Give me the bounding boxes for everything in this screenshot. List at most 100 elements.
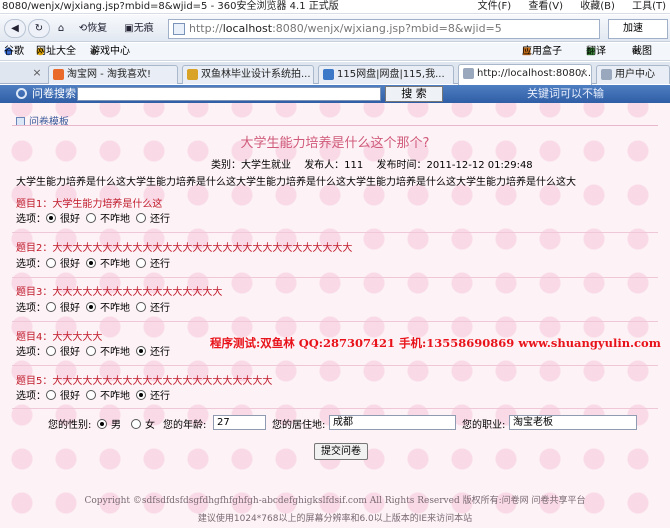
tab-115-disk[interactable]: 115网盘|网盘|115,我... [318,65,454,84]
question-5-option-1[interactable]: 很好 [46,390,80,404]
divider [12,125,658,126]
job-input[interactable]: 淘宝老板 [509,415,637,430]
question-5-option-3[interactable]: 还行 [136,390,170,404]
radio-icon[interactable] [86,213,96,223]
radio-icon[interactable] [131,419,141,429]
question-2-option-3[interactable]: 还行 [136,258,170,272]
question-5-option-2[interactable]: 不咋地 [86,390,130,404]
radio-checked-icon[interactable] [97,419,107,429]
survey-publisher: 发布人：111 [304,160,364,171]
radio-icon[interactable] [136,258,146,268]
question-3-option-3[interactable]: 还行 [136,302,170,316]
respondent-info-row: 您的性别: 男 女 您的年龄: 27 您的居住地: 成都 您的职业: 淘宝老板 [0,412,670,432]
question-1-options: 选项： 很好 不咋地 还行 [16,213,170,227]
radio-icon[interactable] [136,302,146,312]
address-path: :8080/wenjx/wjxiang.jsp?mbid=8&wjid=5 [272,22,502,35]
tab-user-center[interactable]: 用户中心 [596,65,670,84]
menu-favorites[interactable]: 收藏(B) [580,1,615,12]
menu-tools[interactable]: 工具(T) [632,1,666,12]
window-titlebar: 8080/wenjx/wjxiang.jsp?mbid=8&wjid=5 - 3… [0,0,670,14]
question-3-options: 选项： 很好 不咋地 还行 [16,302,170,316]
option-prefix: 选项： [16,259,46,270]
search-button[interactable]: 搜 索 [385,86,443,102]
test-watermark: 程序测试:双鱼林 QQ:287307421 手机:13558690869 www… [210,336,661,350]
divider [12,232,658,233]
site-icon [187,69,198,80]
page-icon [173,23,185,35]
tab-taobao[interactable]: 淘宝网 - 淘我喜欢! [48,65,178,84]
survey-meta: 类别：大学生就业 发布人：111 发布时间：2011-12-12 01:29:4… [211,156,543,171]
question-5-options: 选项： 很好 不咋地 还行 [16,390,170,404]
close-tab-icon[interactable]: × [580,65,588,82]
question-4-option-3[interactable]: 还行 [136,346,170,360]
page-content: 问卷搜索: 搜 索 关键词可以不输 问卷模板 大学生能力培养是什么这个那个? 类… [0,85,670,528]
refresh-button[interactable]: ↻ [28,19,50,38]
private-mode-button[interactable]: ▣无痕 [116,19,162,38]
restore-button[interactable]: ⟲恢复 [74,19,112,38]
option-prefix: 选项： [16,391,46,402]
survey-category: 类别：大学生就业 [211,160,291,171]
question-4-option-1[interactable]: 很好 [46,346,80,360]
survey-description: 大学生能力培养是什么这大学生能力培养是什么这大学生能力培养是什么这大学生能力培养… [16,177,576,188]
address-prefix: http:// [189,22,223,35]
address-bar[interactable]: http://localhost:8080/wenjx/wjxiang.jsp?… [168,19,600,39]
question-3-option-2[interactable]: 不咋地 [86,302,130,316]
radio-checked-icon[interactable] [86,258,96,268]
survey-search-bar: 问卷搜索: 搜 索 关键词可以不输 [0,85,670,103]
menu-view[interactable]: 查看(V) [528,1,563,12]
radio-checked-icon[interactable] [86,302,96,312]
address-host: localhost [222,22,273,35]
window-title: 8080/wenjx/wjxiang.jsp?mbid=8&wjid=5 - 3… [2,1,339,12]
gender-option-male[interactable]: 男 [97,416,121,431]
favorites-bar: ● 谷歌 ● 网址大全 ◆ 游戏中心 ■ 应用盒子 ■ 翻译 ✂ 截图 [0,43,670,61]
question-4-option-2[interactable]: 不咋地 [86,346,130,360]
radio-icon[interactable] [46,258,56,268]
tab-localhost[interactable]: http://localhost:8080/... × [458,64,592,85]
divider [12,277,658,278]
divider [12,365,658,366]
radio-checked-icon[interactable] [136,390,146,400]
radio-icon[interactable] [136,213,146,223]
question-2-option-2[interactable]: 不咋地 [86,258,130,272]
question-1-option-1[interactable]: 很好 [46,213,80,227]
radio-icon[interactable] [46,346,56,356]
radio-checked-icon[interactable] [46,213,56,223]
divider [12,321,658,322]
page-icon [463,68,474,79]
search-hint: 关键词可以不输 [527,87,604,100]
question-1-label: 题目1：大学生能力培养是什么这 [16,199,163,210]
radio-icon[interactable] [86,346,96,356]
home-button[interactable]: ⌂ [52,19,70,38]
radio-icon[interactable] [86,390,96,400]
tab-graduation-design[interactable]: 双鱼林毕业设计系统拍... [182,65,314,84]
refresh-icon: ↻ [34,23,44,34]
restore-icon: ⟲ [78,23,88,34]
age-input[interactable]: 27 [213,415,266,430]
age-label: 您的年龄: [163,420,207,431]
option-prefix: 选项： [16,303,46,314]
search-icon [16,88,27,99]
radio-checked-icon[interactable] [136,346,146,356]
search-input[interactable] [77,87,381,101]
restore-label: 恢复 [87,23,108,34]
radio-icon[interactable] [46,302,56,312]
footer-browser-tip: 建议使用1024*768以上的屏幕分辨率和6.0以上版本的IE来访问本站 [197,514,473,524]
footer-copyright: Copyright ©sdfsdfdsfdsgfdhgfhfghfgh-abcd… [84,496,586,506]
question-1-option-2[interactable]: 不咋地 [86,213,130,227]
question-2-option-1[interactable]: 很好 [46,258,80,272]
residence-input[interactable]: 成都 [329,415,456,430]
menu-file[interactable]: 文件(F) [478,1,512,12]
back-button[interactable]: ◀ [4,19,26,38]
question-3-label: 题目3：大大大大大大大大大大大大大大大大大 [16,287,223,298]
question-3-option-1[interactable]: 很好 [46,302,80,316]
speed-up-button[interactable]: 加速 [608,19,668,39]
gender-option-female[interactable]: 女 [131,416,155,431]
question-4-label: 题目4：大大大大大 [16,332,103,343]
tab-list-close-icon[interactable]: × [30,65,44,81]
survey-publish-time: 发布时间：2011-12-12 01:29:48 [376,160,533,171]
menu-bar: 文件(F) 查看(V) 收藏(B) 工具(T) [464,0,666,13]
submit-survey-button[interactable]: 提交问卷 [314,443,368,460]
private-mode-icon: ▣ [124,23,134,34]
radio-icon[interactable] [46,390,56,400]
question-1-option-3[interactable]: 还行 [136,213,170,227]
